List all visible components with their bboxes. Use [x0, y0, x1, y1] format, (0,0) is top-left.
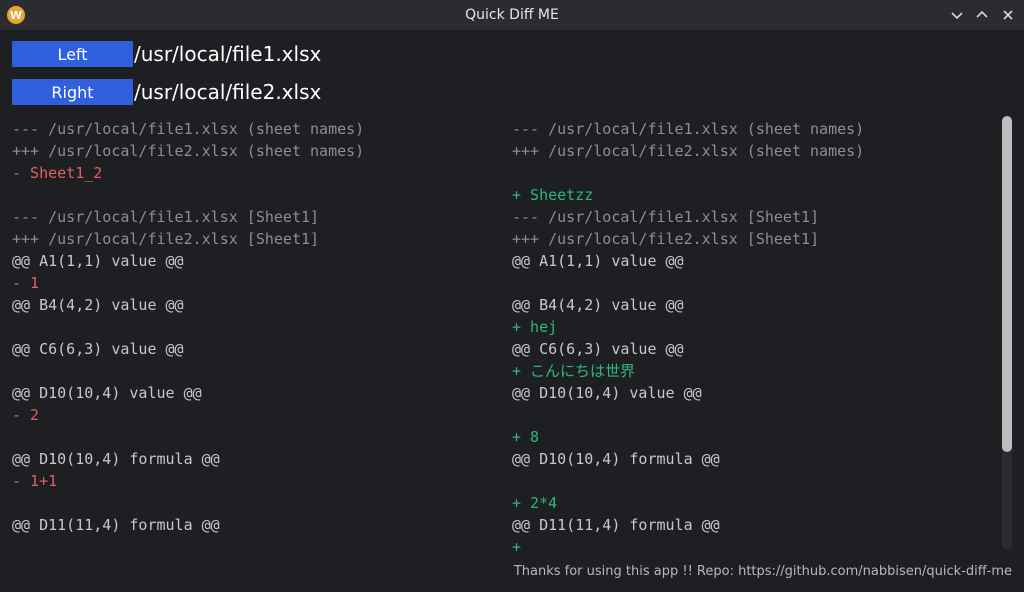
- right-diff-line: [512, 162, 1002, 184]
- left-diff-line: @@ D10(10,4) value @@: [12, 384, 202, 402]
- right-diff-line: + hej: [512, 318, 558, 336]
- right-diff-line: @@ A1(1,1) value @@: [512, 252, 684, 270]
- left-diff-line: [12, 316, 502, 338]
- left-diff-line: +++ /usr/local/file2.xlsx [Sheet1]: [12, 230, 320, 248]
- right-diff-line: [512, 404, 1002, 426]
- left-diff-line: --- /usr/local/file1.xlsx (sheet names): [12, 120, 365, 138]
- right-diff-line: @@ B4(4,2) value @@: [512, 296, 684, 314]
- left-diff-line: - 2: [12, 406, 40, 424]
- minimize-chevron-down-icon[interactable]: [946, 4, 968, 26]
- right-diff-line: @@ D11(11,4) formula @@: [512, 516, 720, 534]
- right-diff-pane: --- /usr/local/file1.xlsx (sheet names) +…: [512, 118, 1002, 558]
- footer-text: Thanks for using this app !! Repo: https…: [513, 564, 1012, 579]
- right-file-button[interactable]: Right: [12, 79, 133, 105]
- right-diff-line: + 8: [512, 428, 540, 446]
- left-file-button[interactable]: Left: [12, 41, 133, 67]
- close-icon[interactable]: [997, 4, 1019, 26]
- right-diff-line: + 2*4: [512, 494, 558, 512]
- left-diff-pane: --- /usr/local/file1.xlsx (sheet names) +…: [12, 118, 502, 558]
- left-diff-line: - 1+1: [12, 472, 58, 490]
- left-diff-line: [12, 492, 502, 514]
- left-diff-line: +++ /usr/local/file2.xlsx (sheet names): [12, 142, 365, 160]
- left-diff-line: @@ C6(6,3) value @@: [12, 340, 184, 358]
- right-diff-line: +++ /usr/local/file2.xlsx [Sheet1]: [512, 230, 820, 248]
- right-diff-line: + こんにちは世界: [512, 362, 636, 380]
- left-file-path: /usr/local/file1.xlsx: [134, 42, 322, 66]
- right-file-path: /usr/local/file2.xlsx: [134, 80, 322, 104]
- right-diff-line: + Sheetzz: [512, 186, 594, 204]
- left-diff-line: @@ D11(11,4) formula @@: [12, 516, 220, 534]
- window-title: Quick Diff ME: [465, 7, 559, 23]
- vertical-scrollbar[interactable]: [1002, 116, 1012, 550]
- right-diff-line: --- /usr/local/file1.xlsx [Sheet1]: [512, 208, 820, 226]
- scrollbar-thumb[interactable]: [1002, 116, 1012, 452]
- right-diff-line: @@ C6(6,3) value @@: [512, 340, 684, 358]
- right-diff-line: [512, 272, 1002, 294]
- right-file-row: Right /usr/local/file2.xlsx: [12, 79, 321, 105]
- right-diff-line: @@ D10(10,4) value @@: [512, 384, 702, 402]
- left-diff-line: [12, 426, 502, 448]
- left-diff-line: @@ B4(4,2) value @@: [12, 296, 184, 314]
- right-diff-line: +++ /usr/local/file2.xlsx (sheet names): [512, 142, 865, 160]
- right-diff-line: +: [512, 538, 522, 556]
- left-diff-line: @@ A1(1,1) value @@: [12, 252, 184, 270]
- left-diff-line: [12, 184, 502, 206]
- left-diff-line: - 1: [12, 274, 40, 292]
- left-diff-line: - Sheet1_2: [12, 164, 103, 182]
- left-diff-line: @@ D10(10,4) formula @@: [12, 450, 220, 468]
- left-diff-line: --- /usr/local/file1.xlsx [Sheet1]: [12, 208, 320, 226]
- right-diff-line: @@ D10(10,4) formula @@: [512, 450, 720, 468]
- left-file-row: Left /usr/local/file1.xlsx: [12, 41, 321, 67]
- right-diff-line: [512, 470, 1002, 492]
- right-diff-line: --- /usr/local/file1.xlsx (sheet names): [512, 120, 865, 138]
- title-bar: W Quick Diff ME: [0, 0, 1024, 31]
- maximize-chevron-up-icon[interactable]: [971, 4, 993, 26]
- left-diff-line: [12, 360, 502, 382]
- left-diff-line: [12, 536, 502, 558]
